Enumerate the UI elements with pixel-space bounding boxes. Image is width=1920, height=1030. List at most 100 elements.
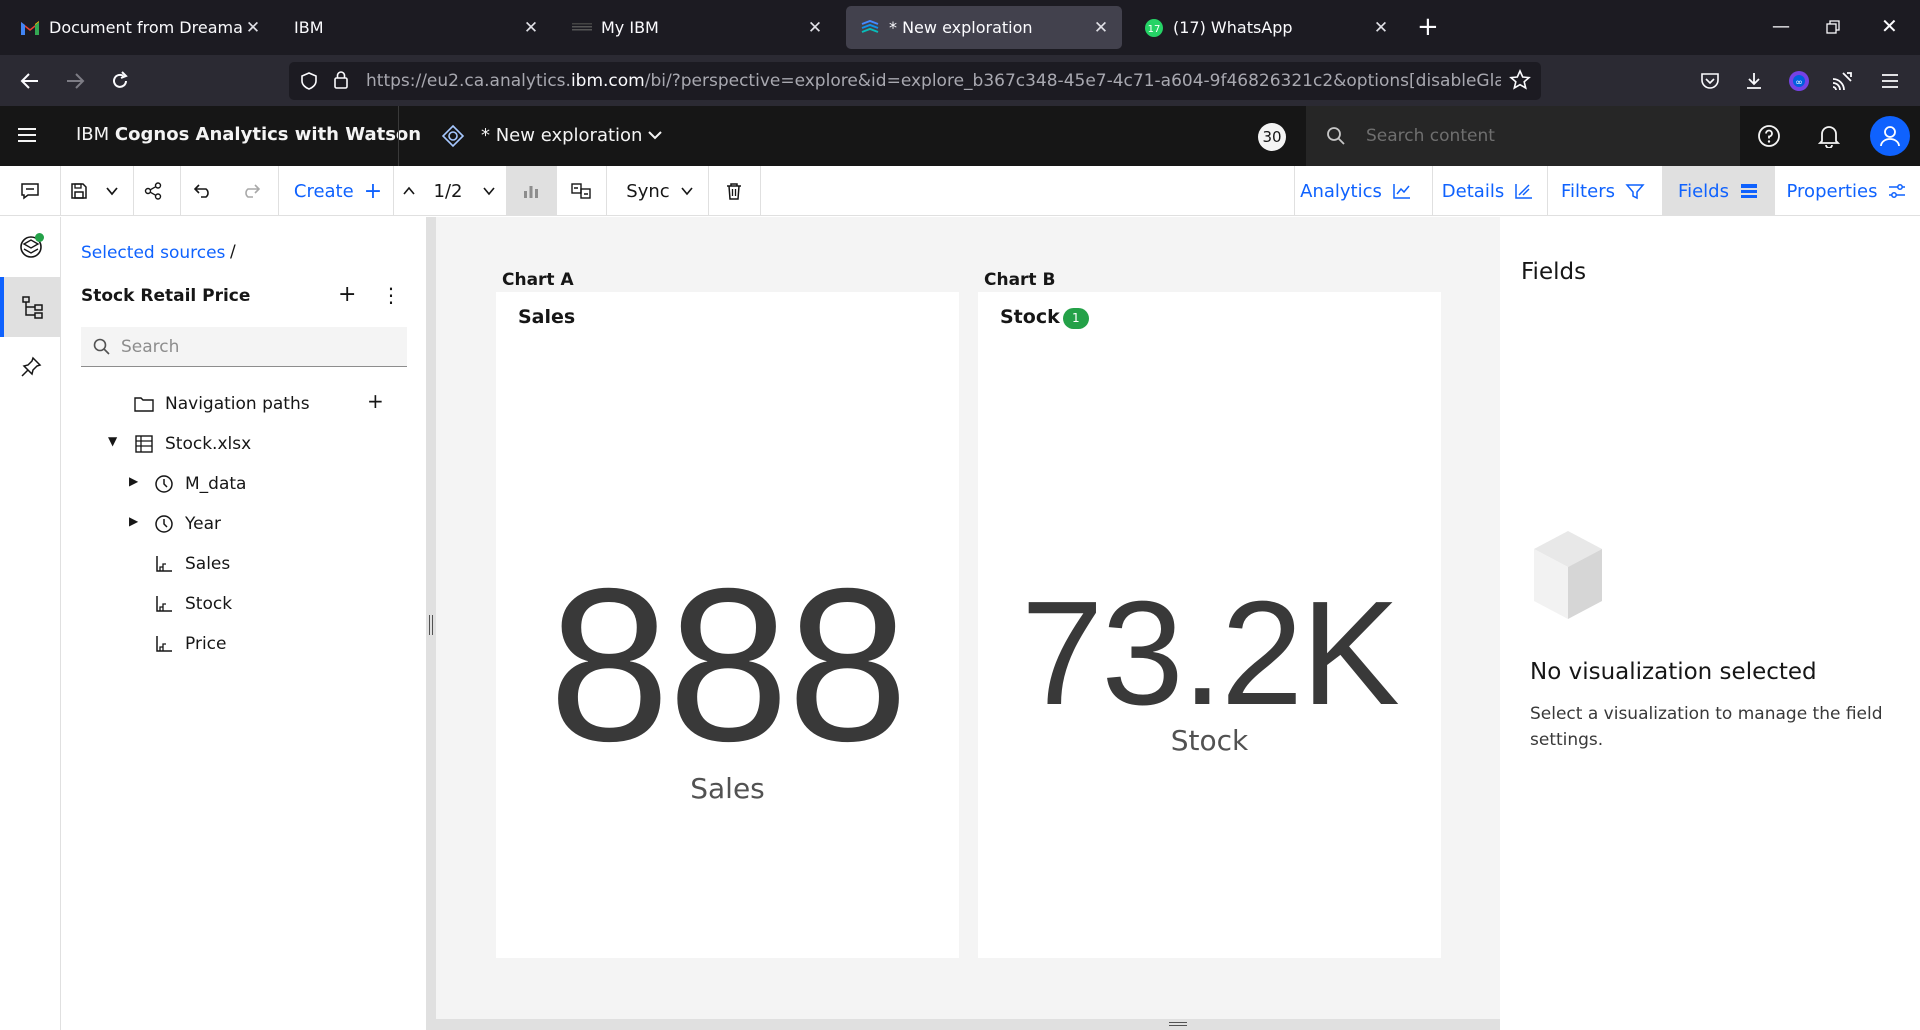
chart-b-badge: 1 (1063, 308, 1089, 329)
tab-title: * New exploration (889, 18, 1033, 37)
breadcrumb[interactable]: Selected sources (81, 243, 225, 263)
analytics-button[interactable]: Analytics (1295, 166, 1417, 216)
data-tree-icon[interactable] (0, 277, 61, 337)
menu-icon[interactable] (1874, 65, 1906, 97)
tab-gmail[interactable]: Document from Dreamabi ✨ - ✕ (6, 6, 274, 49)
tab-my-ibm[interactable]: My IBM ✕ (558, 6, 836, 49)
hamburger-icon[interactable] (17, 126, 37, 148)
close-tab-icon[interactable]: ✕ (804, 18, 826, 38)
chart-type-icon[interactable] (506, 166, 556, 216)
pin-icon[interactable] (0, 337, 61, 397)
app-name[interactable]: IBM Cognos Analytics with Watson (76, 124, 421, 145)
chevron-down-icon (681, 187, 693, 196)
reload-icon[interactable] (104, 65, 136, 97)
chart-a-card[interactable]: Sales 888 Sales (496, 292, 959, 958)
properties-button[interactable]: Properties (1779, 166, 1915, 216)
tree-item-sales[interactable]: Sales (153, 549, 230, 579)
comment-icon[interactable] (16, 166, 44, 216)
pocket-icon[interactable] (1694, 65, 1726, 97)
filter-icon (1625, 184, 1645, 200)
previous-page-icon[interactable] (398, 166, 420, 216)
add-icon[interactable]: + (338, 282, 356, 307)
notification-count-badge[interactable]: 30 (1258, 123, 1286, 151)
ibm-icon (572, 18, 592, 38)
trash-icon[interactable] (720, 166, 748, 216)
tab-whatsapp[interactable]: 17 (17) WhatsApp ✕ (1130, 6, 1402, 49)
minimize-icon[interactable]: — (1772, 16, 1790, 37)
tree-item-stock-xlsx[interactable]: Stock.xlsx (133, 429, 251, 459)
fields-label: Fields (1678, 180, 1729, 202)
tab-title: (17) WhatsApp (1173, 18, 1293, 37)
caret-down-icon[interactable]: ▼ (108, 434, 117, 448)
canvas-bottom-splitter[interactable] (436, 1019, 1500, 1030)
doc-title: * New exploration (481, 125, 643, 146)
splitter-grip[interactable] (429, 615, 433, 635)
caret-right-icon[interactable]: ▶ (129, 474, 138, 488)
share-icon[interactable] (140, 166, 166, 216)
create-button[interactable]: Create + (285, 166, 391, 216)
empty-state-title: No visualization selected (1530, 659, 1817, 685)
exploration-icon (441, 124, 465, 152)
add-navigation-path-icon[interactable]: + (367, 389, 384, 413)
browser-nav-bar: https://eu2.ca.analytics.ibm.com/bi/?per… (0, 55, 1920, 106)
empty-state-description: Select a visualization to manage the fie… (1530, 704, 1883, 750)
tree-item-price[interactable]: Price (153, 629, 226, 659)
user-avatar[interactable] (1870, 116, 1910, 156)
close-tab-icon[interactable]: ✕ (242, 18, 264, 38)
search-icon (93, 338, 111, 360)
clock-icon (153, 513, 175, 535)
tab-ibm[interactable]: IBM ✕ (280, 6, 552, 49)
next-page-icon[interactable] (478, 166, 500, 216)
bottom-splitter-grip[interactable] (1169, 1022, 1187, 1026)
tree-item-year[interactable]: Year (153, 509, 221, 539)
data-sources-icon[interactable] (0, 217, 61, 277)
extension-icon[interactable]: ∞ (1783, 65, 1815, 97)
forward-icon[interactable] (59, 65, 91, 97)
overflow-menu-icon[interactable]: ⋮ (381, 283, 401, 307)
undo-icon[interactable] (190, 166, 216, 216)
chart-a-label: Sales (690, 772, 765, 805)
tree-item-navigation-paths[interactable]: Navigation paths (133, 389, 310, 419)
source-title: Stock Retail Price (81, 286, 251, 306)
divider (398, 106, 399, 166)
redo-icon[interactable] (238, 166, 264, 216)
address-bar[interactable]: https://eu2.ca.analytics.ibm.com/bi/?per… (289, 62, 1541, 100)
content-search[interactable]: Search content (1306, 106, 1740, 166)
tab-new-exploration[interactable]: * New exploration ✕ (846, 6, 1122, 49)
search-placeholder: Search (121, 337, 180, 357)
chevron-down-icon[interactable] (646, 126, 664, 148)
source-search-input[interactable]: Search (81, 327, 407, 367)
bell-icon[interactable] (1813, 120, 1845, 152)
restore-icon[interactable] (1826, 18, 1840, 39)
fields-icon (1740, 184, 1757, 198)
status-dot (35, 233, 44, 242)
star-icon[interactable] (1509, 69, 1531, 95)
tree-item-m-data[interactable]: M_data (153, 469, 246, 499)
help-icon[interactable] (1753, 120, 1785, 152)
filters-button[interactable]: Filters (1548, 166, 1658, 216)
details-button[interactable]: Details (1433, 166, 1543, 216)
cast-icon[interactable] (1826, 65, 1858, 97)
details-chart-icon (1515, 184, 1533, 199)
close-tab-icon[interactable]: ✕ (520, 18, 542, 38)
swap-icon[interactable] (562, 166, 600, 216)
measure-icon (153, 633, 175, 655)
chart-b-card[interactable]: Stock 1 73.2K Stock (978, 292, 1441, 958)
close-tab-icon[interactable]: ✕ (1370, 18, 1392, 38)
chart-b-value: 73.2K (1021, 571, 1400, 736)
caret-right-icon[interactable]: ▶ (129, 514, 138, 528)
shield-icon[interactable] (299, 71, 319, 95)
save-menu-chevron-icon[interactable] (100, 166, 124, 216)
create-label: Create (293, 180, 354, 202)
back-icon[interactable] (14, 65, 46, 97)
lock-icon[interactable] (333, 70, 349, 94)
download-icon[interactable] (1738, 65, 1770, 97)
fields-button[interactable]: Fields (1663, 166, 1774, 216)
close-tab-icon[interactable]: ✕ (1090, 18, 1112, 38)
left-rail (0, 217, 61, 1030)
tree-item-stock[interactable]: Stock (153, 589, 232, 619)
sync-button[interactable]: Sync (612, 166, 708, 216)
save-icon[interactable] (66, 166, 92, 216)
new-tab-icon[interactable]: + (1417, 14, 1439, 40)
close-window-icon[interactable]: ✕ (1881, 14, 1898, 38)
